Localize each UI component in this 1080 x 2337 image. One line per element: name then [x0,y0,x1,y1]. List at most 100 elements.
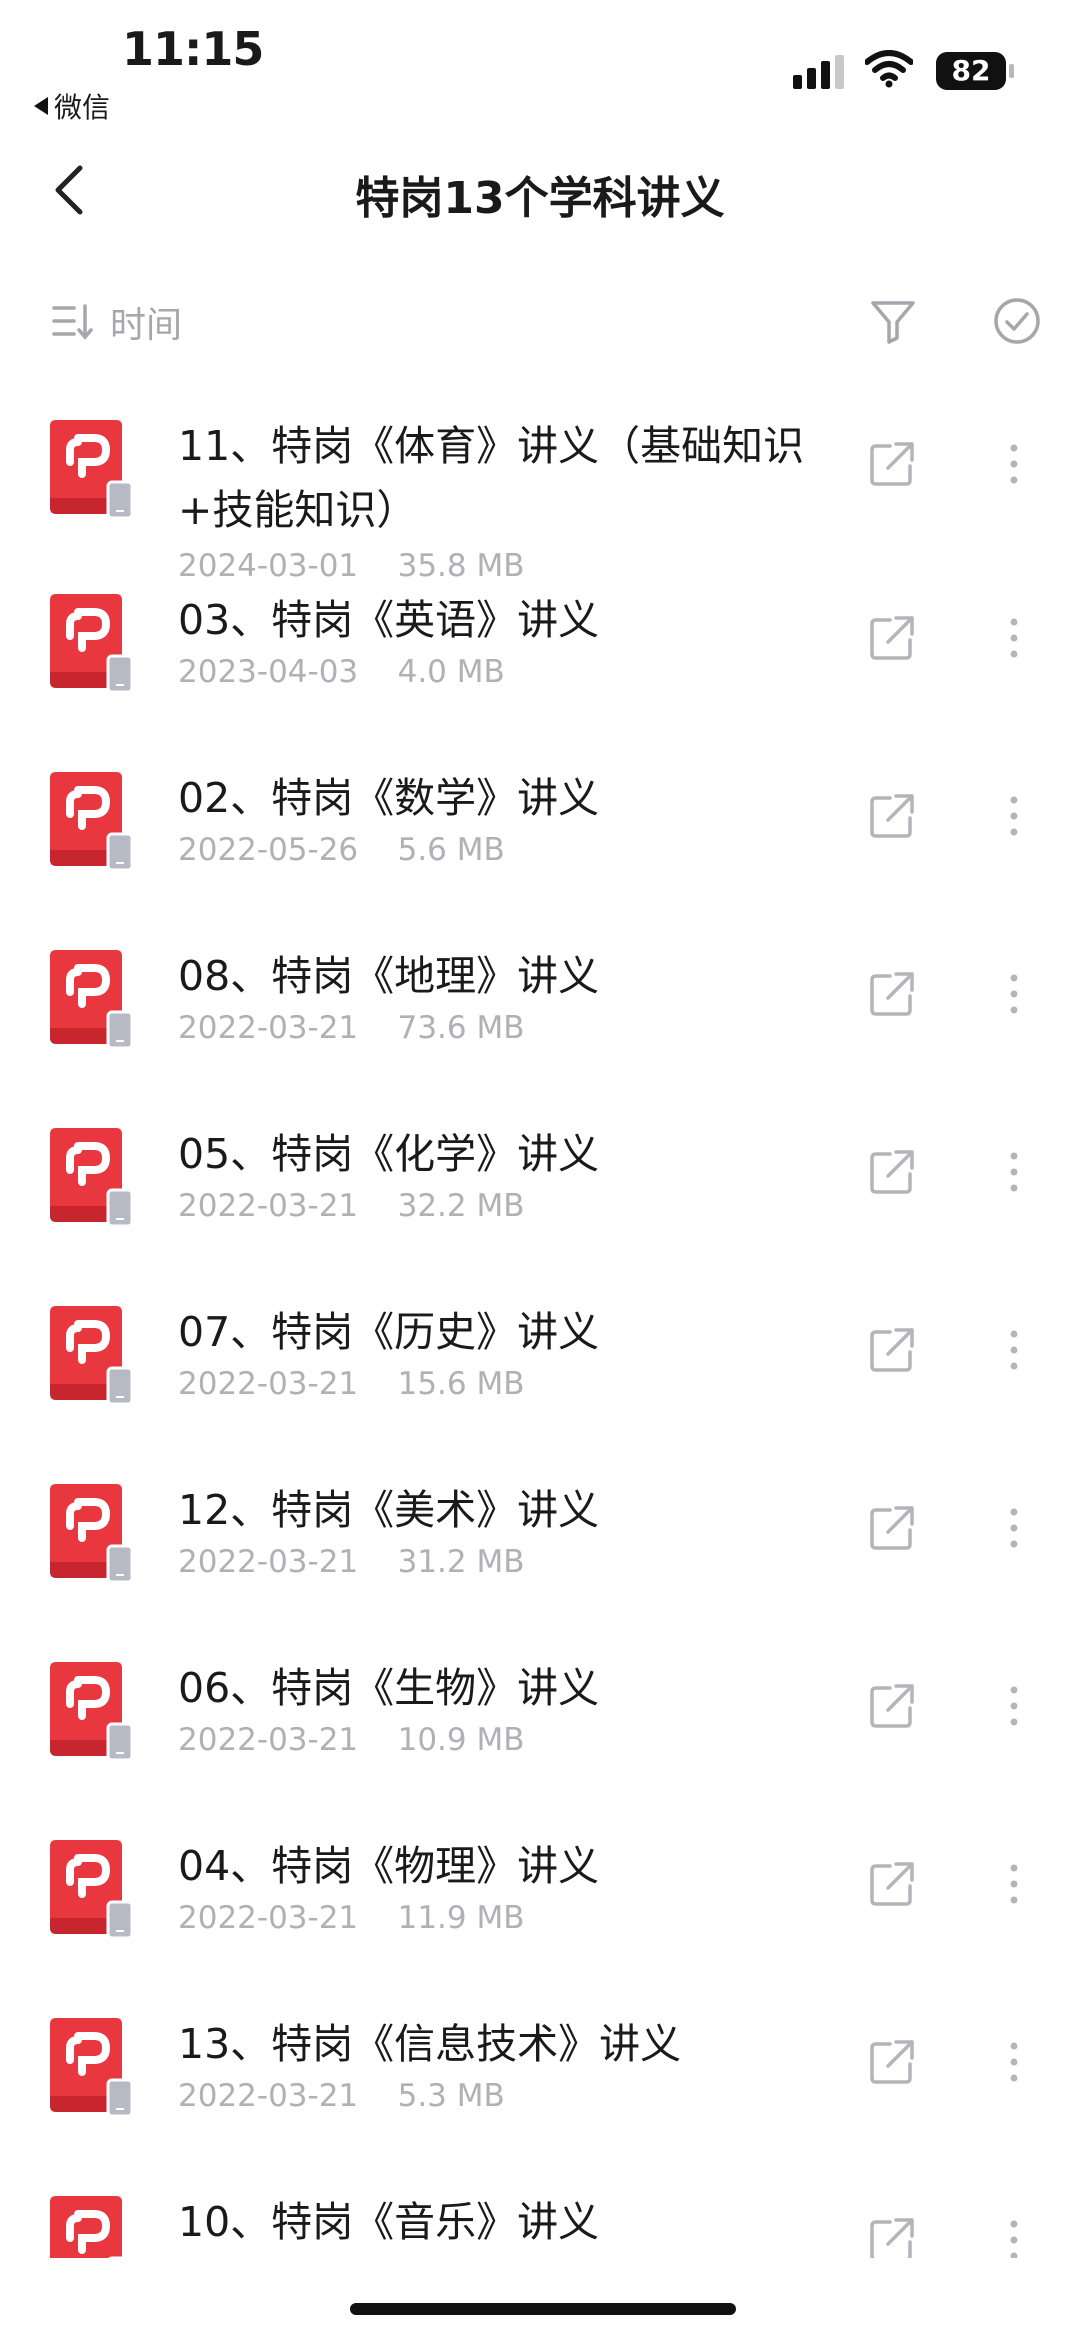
file-size: 4.0 MB [397,654,505,690]
more-vertical-icon[interactable] [1000,792,1028,840]
file-row[interactable]: 12、特岗《美术》讲义 2022-03-21 31.2 MB [0,1464,1080,1642]
more-vertical-icon[interactable] [1000,2216,1028,2258]
share-icon[interactable] [868,1682,916,1730]
share-icon[interactable] [868,1504,916,1552]
more-vertical-icon[interactable] [1000,1860,1028,1908]
more-vertical-icon[interactable] [1000,1326,1028,1374]
pdf-file-icon [42,772,138,872]
file-size: 11.9 MB [397,1900,525,1936]
file-meta: 2022-03-21 10.9 MB [178,1722,525,1758]
file-date: 2022-03-21 [178,1188,359,1224]
share-icon[interactable] [868,2216,916,2258]
file-meta: 2022-03-21 15.6 MB [178,1366,525,1402]
pdf-file-icon [42,2018,138,2118]
share-icon[interactable] [868,440,916,488]
cellular-signal-icon [793,55,844,89]
file-meta: 2022-03-21 5.3 MB [178,2078,505,2114]
file-row[interactable]: 04、特岗《物理》讲义 2022-03-21 11.9 MB [0,1820,1080,1998]
file-row[interactable]: 07、特岗《历史》讲义 2022-03-21 15.6 MB [0,1286,1080,1464]
more-vertical-icon[interactable] [1000,970,1028,1018]
file-row[interactable]: 03、特岗《英语》讲义 2023-04-03 4.0 MB [0,574,1080,752]
pdf-file-icon [42,420,138,520]
pdf-file-icon [42,2196,138,2258]
file-name: 03、特岗《英语》讲义 [178,596,600,644]
back-triangle-icon [34,97,48,115]
file-row[interactable]: 08、特岗《地理》讲义 2022-03-21 73.6 MB [0,930,1080,1108]
share-icon[interactable] [868,792,916,840]
share-icon[interactable] [868,1326,916,1374]
file-name: 07、特岗《历史》讲义 [178,1308,600,1356]
file-row[interactable]: 10、特岗《音乐》讲义 [0,2176,1080,2258]
file-name: 10、特岗《音乐》讲义 [178,2198,600,2246]
share-icon[interactable] [868,614,916,662]
file-row[interactable]: 02、特岗《数学》讲义 2022-05-26 5.6 MB [0,752,1080,930]
file-date: 2022-03-21 [178,1366,359,1402]
more-vertical-icon[interactable] [1000,614,1028,662]
sort-label: 时间 [110,305,183,346]
file-name: 12、特岗《美术》讲义 [178,1486,600,1534]
page-title: 特岗13个学科讲义 [355,173,725,224]
file-meta: 2022-03-21 73.6 MB [178,1010,525,1046]
pdf-file-icon [42,1484,138,1584]
file-row[interactable]: 05、特岗《化学》讲义 2022-03-21 32.2 MB [0,1108,1080,1286]
back-app-label: 微信 [54,91,111,124]
file-list: 11、特岗《体育》讲义（基础知识+技能知识） 2024-03-01 35.8 MB… [0,400,1080,2258]
file-meta: 2022-03-21 32.2 MB [178,1188,525,1224]
file-row[interactable]: 11、特岗《体育》讲义（基础知识+技能知识） 2024-03-01 35.8 MB [0,400,1080,584]
file-name: 02、特岗《数学》讲义 [178,774,600,822]
battery-level: 82 [951,54,991,87]
file-meta: 2023-04-03 4.0 MB [178,654,505,690]
pdf-file-icon [42,1306,138,1406]
pdf-file-icon [42,950,138,1050]
sort-lines-icon [52,304,93,340]
pdf-file-icon [42,594,138,694]
check-circle-icon[interactable] [992,296,1042,346]
file-row[interactable]: 13、特岗《信息技术》讲义 2022-03-21 5.3 MB [0,1998,1080,2176]
file-date: 2022-03-21 [178,2078,359,2114]
filter-funnel-icon[interactable] [868,296,918,346]
sort-by-time-button[interactable]: 时间 [52,296,182,348]
pdf-file-icon [42,1662,138,1762]
file-meta: 2022-05-26 5.6 MB [178,832,505,868]
file-name: 06、特岗《生物》讲义 [178,1664,600,1712]
file-row[interactable]: 06、特岗《生物》讲义 2022-03-21 10.9 MB [0,1642,1080,1820]
file-name: 05、特岗《化学》讲义 [178,1130,600,1178]
more-vertical-icon[interactable] [1000,1504,1028,1552]
more-vertical-icon[interactable] [1000,2038,1028,2086]
pdf-file-icon [42,1128,138,1228]
file-meta: 2022-03-21 11.9 MB [178,1900,525,1936]
file-date: 2022-03-21 [178,1722,359,1758]
file-meta: 2022-03-21 31.2 MB [178,1544,525,1580]
file-date: 2022-05-26 [178,832,359,868]
share-icon[interactable] [868,1148,916,1196]
file-size: 31.2 MB [397,1544,525,1580]
file-size: 32.2 MB [397,1188,525,1224]
pdf-file-icon [42,1840,138,1940]
file-size: 10.9 MB [397,1722,525,1758]
file-size: 15.6 MB [397,1366,525,1402]
file-size: 5.6 MB [397,832,505,868]
file-name: 11、特岗《体育》讲义（基础知识+技能知识） [178,422,805,534]
share-icon[interactable] [868,2038,916,2086]
file-name: 08、特岗《地理》讲义 [178,952,600,1000]
file-size: 5.3 MB [397,2078,505,2114]
status-time: 11:15 [122,22,264,76]
file-date: 2023-04-03 [178,654,359,690]
file-date: 2022-03-21 [178,1900,359,1936]
more-vertical-icon[interactable] [1000,1682,1028,1730]
file-date: 2022-03-21 [178,1010,359,1046]
file-size: 73.6 MB [397,1010,525,1046]
battery-icon: 82 [936,52,1016,90]
share-icon[interactable] [868,1860,916,1908]
status-bar: 11:15 微信 82 [0,0,1080,130]
home-indicator[interactable] [350,2303,736,2315]
more-vertical-icon[interactable] [1000,1148,1028,1196]
file-meta [178,2256,217,2258]
more-vertical-icon[interactable] [1000,440,1028,488]
wifi-icon [865,50,913,88]
file-name: 04、特岗《物理》讲义 [178,1842,600,1890]
file-date: 2022-03-21 [178,1544,359,1580]
file-name: 13、特岗《信息技术》讲义 [178,2020,682,2068]
share-icon[interactable] [868,970,916,1018]
back-to-app-link[interactable]: 微信 [34,86,110,126]
